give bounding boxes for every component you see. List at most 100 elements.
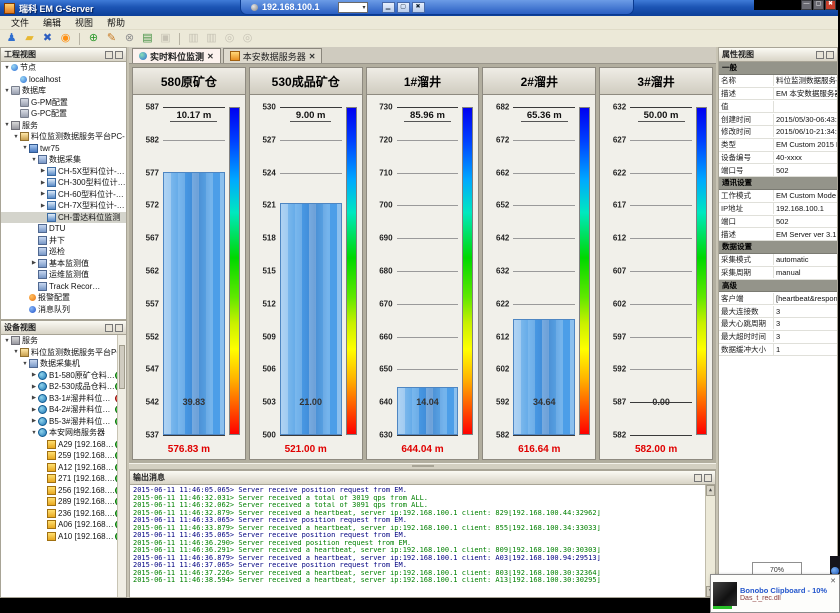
expand-closed-icon[interactable]: ▶ xyxy=(30,260,38,266)
property-row[interactable]: IP地址192.168.100.1 xyxy=(719,203,837,216)
expand-open-icon[interactable]: ▼ xyxy=(30,430,38,436)
tree-item[interactable]: 井下 xyxy=(1,235,126,247)
alarm-icon[interactable]: ◉ xyxy=(58,33,73,44)
tree-item[interactable]: ▶CH-7X型料位计-Ultr- xyxy=(1,200,126,212)
tree-item[interactable]: ▼料位监测数据服务平台PC- xyxy=(1,131,126,143)
property-row[interactable]: 设备编号40-xxxx xyxy=(719,152,837,165)
property-row[interactable]: 类型EM Custom 2015 MC- xyxy=(719,139,837,152)
tree-item[interactable]: A10 [192.168.10.15]- xyxy=(1,531,126,543)
menu-item-2[interactable]: 视图 xyxy=(68,16,100,29)
expand-closed-icon[interactable]: ▶ xyxy=(39,168,47,174)
tree-item[interactable]: 巡检 xyxy=(1,246,126,258)
tree-item[interactable]: ▶B1-580原矿仓料位仪-U2- xyxy=(1,370,126,382)
property-row[interactable]: 最大心跳周期3 xyxy=(719,318,837,331)
edit-icon[interactable]: ✎ xyxy=(104,33,119,44)
notification-close-icon[interactable]: ✕ xyxy=(829,577,837,585)
panel-pin-icon[interactable] xyxy=(105,324,113,332)
window-close-button[interactable]: ✖ xyxy=(825,0,836,10)
tree-item[interactable]: CH-雷达料位监测 xyxy=(1,212,126,224)
expand-closed-icon[interactable]: ▶ xyxy=(30,418,38,424)
expand-closed-icon[interactable]: ▶ xyxy=(30,372,38,378)
expand-closed-icon[interactable]: ▶ xyxy=(30,384,38,390)
expand-closed-icon[interactable]: ▶ xyxy=(30,395,38,401)
tab-close-icon[interactable]: ✕ xyxy=(207,52,214,61)
tab-2[interactable]: 本安数据服务器✕ xyxy=(223,48,323,63)
expand-closed-icon[interactable]: ▶ xyxy=(39,180,47,186)
menu-item-1[interactable]: 编辑 xyxy=(36,16,68,29)
scroll-up-icon[interactable]: ▲ xyxy=(706,485,715,496)
session-restore-button[interactable]: ▢ xyxy=(397,2,410,13)
tree-item[interactable]: 消息队列 xyxy=(1,304,126,316)
expand-open-icon[interactable]: ▼ xyxy=(12,349,20,355)
property-section[interactable]: 高级 xyxy=(719,280,837,293)
tree-item[interactable]: ▼服务 xyxy=(1,335,126,347)
pin-icon[interactable] xyxy=(251,4,258,11)
expand-closed-icon[interactable]: ▶ xyxy=(30,407,38,413)
expand-open-icon[interactable]: ▼ xyxy=(3,338,11,344)
panel-close-icon[interactable] xyxy=(704,474,712,482)
tree-item[interactable]: ▼数据采集机 xyxy=(1,358,126,370)
property-row[interactable]: 采集模式automatic xyxy=(719,254,837,267)
expand-closed-icon[interactable]: ▶ xyxy=(39,203,47,209)
tree-item[interactable]: ▶CH-5X型料位计-Ultr- xyxy=(1,166,126,178)
property-row[interactable]: 最大连接数3 xyxy=(719,305,837,318)
property-section[interactable]: 通讯设置 xyxy=(719,177,837,190)
property-row[interactable]: 工作模式EM Custom Mode xyxy=(719,190,837,203)
property-row[interactable]: 采集周期manual xyxy=(719,267,837,280)
tree-item[interactable]: A29 [192.168.10.2]- xyxy=(1,439,126,451)
expand-open-icon[interactable]: ▼ xyxy=(12,134,20,140)
property-row[interactable]: 最大超时时间3 xyxy=(719,331,837,344)
panel-pin-icon[interactable] xyxy=(816,51,824,59)
expand-open-icon[interactable]: ▼ xyxy=(21,145,29,151)
device-tree-scrollbar[interactable] xyxy=(117,335,126,597)
notification-popup[interactable]: Bonobo Clipboard - 10% Das_t_rec.dll ✕ xyxy=(710,574,840,613)
tree-item[interactable]: ▶CH-300型料位计-Ultr- xyxy=(1,177,126,189)
expand-open-icon[interactable]: ▼ xyxy=(3,88,11,94)
tree-item[interactable]: ▼twr75 xyxy=(1,143,126,155)
property-row[interactable]: 描述EM 本安数据服务器 xyxy=(719,88,837,101)
disconnect-icon[interactable]: ✖ xyxy=(40,33,55,44)
tree-item[interactable]: DTU xyxy=(1,223,126,235)
tree-item[interactable]: 报警配置 xyxy=(1,292,126,304)
tree-item[interactable]: ▶B2-530成品仓料位仪-U2- xyxy=(1,381,126,393)
add-icon[interactable]: ⊕ xyxy=(86,33,101,44)
tree-item[interactable]: ▶CH-60型料位计-Ultr- xyxy=(1,189,126,201)
menu-item-0[interactable]: 文件 xyxy=(4,16,36,29)
window-minimize-button[interactable]: — xyxy=(801,0,812,10)
tree-item[interactable]: ▶B3-1#溜井料位仪-U2- xyxy=(1,393,126,405)
expand-open-icon[interactable]: ▼ xyxy=(3,122,11,128)
tree-item[interactable]: Track Recor… xyxy=(1,281,126,293)
tree-item[interactable]: ▼服务 xyxy=(1,120,126,132)
tree-item[interactable]: G-PM配置 xyxy=(1,97,126,109)
panel-pin-icon[interactable] xyxy=(105,51,113,59)
expand-open-icon[interactable]: ▼ xyxy=(3,65,11,71)
property-section[interactable]: 一般 xyxy=(719,62,837,75)
tree-item[interactable]: ▼数据库 xyxy=(1,85,126,97)
zoom-dropdown[interactable]: ▾ xyxy=(338,2,368,13)
tree-item[interactable]: 运维监测值 xyxy=(1,269,126,281)
menu-item-3[interactable]: 帮助 xyxy=(100,16,132,29)
tree-item[interactable]: ▶B4-2#溜井料位仪-U2- xyxy=(1,404,126,416)
tree-item[interactable]: ▼节点 xyxy=(1,62,126,74)
tree-item[interactable]: A12 [192.168.10.6]- xyxy=(1,462,126,474)
tab-close-icon[interactable]: ✕ xyxy=(309,52,316,61)
horizontal-splitter[interactable] xyxy=(129,463,716,470)
tab-1[interactable]: 实时料位监测✕ xyxy=(132,48,221,63)
tree-item[interactable]: ▶B5-3#溜井料位仪-U2- xyxy=(1,416,126,428)
property-row[interactable]: 端口号502 xyxy=(719,164,837,177)
tree-item[interactable]: A06 [192.168.10.14]- xyxy=(1,519,126,531)
remove-icon[interactable]: ⊗ xyxy=(122,33,137,44)
tree-item[interactable]: ▼本安网络服务器 xyxy=(1,427,126,439)
tree-item[interactable]: 289 [192.168.10.11]- xyxy=(1,496,126,508)
panel-close-icon[interactable] xyxy=(115,51,123,59)
tree-item[interactable]: G-PC配置 xyxy=(1,108,126,120)
property-row[interactable]: 客户端[heartbeat&response-EM- xyxy=(719,292,837,305)
expand-closed-icon[interactable]: ▶ xyxy=(39,191,47,197)
property-row[interactable]: 端口502 xyxy=(719,216,837,229)
tree-item[interactable]: ▼料位监测数据服务平台PC- xyxy=(1,347,126,359)
panel-close-icon[interactable] xyxy=(826,51,834,59)
tree-item[interactable]: localhost xyxy=(1,74,126,86)
expand-open-icon[interactable]: ▼ xyxy=(21,361,29,367)
connection-bar[interactable]: 192.168.100.1 ▾ ▁▢✖ xyxy=(240,0,634,15)
session-close-button[interactable]: ✖ xyxy=(412,2,425,13)
